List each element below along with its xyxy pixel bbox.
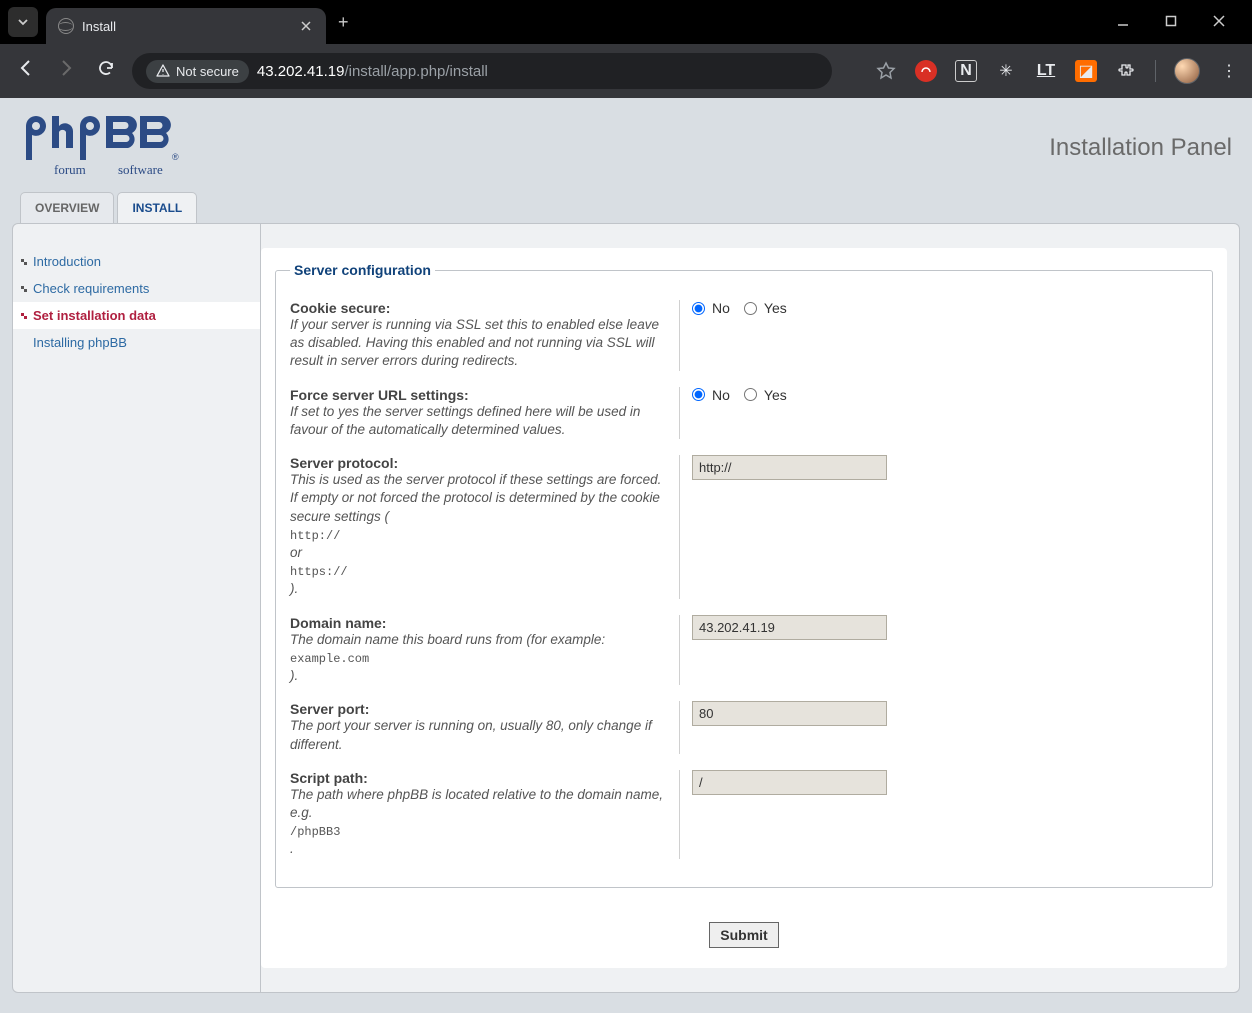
sidebar-item-introduction[interactable]: Introduction: [13, 248, 260, 275]
sidebar-item-label: Set installation data: [33, 308, 156, 323]
field-help: If set to yes the server settings define…: [290, 403, 667, 439]
radio-label-yes[interactable]: Yes: [764, 387, 787, 403]
field-domain-name: Domain name: The domain name this board …: [290, 607, 1198, 694]
extension-icon[interactable]: ◪: [1075, 60, 1097, 82]
profile-avatar[interactable]: [1174, 58, 1200, 84]
window-controls: [1108, 14, 1244, 30]
tab-install[interactable]: INSTALL: [117, 192, 197, 223]
field-label: Server port:: [290, 701, 369, 717]
sidebar: Introduction Check requirements Set inst…: [13, 224, 261, 992]
fieldset-legend: Server configuration: [290, 262, 435, 278]
submit-button[interactable]: Submit: [709, 922, 778, 948]
phpbb-logo[interactable]: forum software ®: [20, 112, 230, 184]
force-server-no-radio[interactable]: [692, 388, 705, 401]
sidebar-item-label: Installing phpBB: [33, 335, 127, 350]
browser-tab[interactable]: Install: [46, 8, 326, 44]
main-tabs: OVERVIEW INSTALL: [12, 192, 1240, 223]
extension-icon[interactable]: LT: [1035, 60, 1057, 82]
sidebar-item-label: Introduction: [33, 254, 101, 269]
field-label: Script path:: [290, 770, 368, 786]
field-server-port: Server port: The port your server is run…: [290, 693, 1198, 761]
forward-button[interactable]: [52, 58, 80, 84]
server-protocol-input[interactable]: [692, 455, 887, 480]
sidebar-item-label: Check requirements: [33, 281, 149, 296]
extensions-button[interactable]: [1115, 60, 1137, 82]
submit-row: Submit: [275, 908, 1213, 954]
field-label: Cookie secure:: [290, 300, 390, 316]
reload-button[interactable]: [92, 59, 120, 83]
page-header: forum software ® Installation Panel: [12, 108, 1240, 192]
field-help: This is used as the server protocol if t…: [290, 471, 667, 599]
field-help: If your server is running via SSL set th…: [290, 316, 667, 371]
svg-text:software: software: [118, 162, 163, 177]
menu-button[interactable]: ⋮: [1218, 60, 1240, 82]
field-help: The port your server is running on, usua…: [290, 717, 667, 753]
field-help: The domain name this board runs from (fo…: [290, 631, 667, 686]
url-path: /install/app.php/install: [344, 63, 487, 80]
field-label: Domain name:: [290, 615, 386, 631]
address-bar[interactable]: Not secure 43.202.41.19/install/app.php/…: [132, 53, 832, 89]
browser-toolbar: Not secure 43.202.41.19/install/app.php/…: [0, 44, 1252, 98]
new-tab-button[interactable]: +: [338, 12, 349, 33]
field-label: Server protocol:: [290, 455, 398, 471]
content-area: Server configuration Cookie secure: If y…: [261, 248, 1227, 968]
bookmark-icon[interactable]: [875, 60, 897, 82]
cookie-secure-yes-radio[interactable]: [744, 302, 757, 315]
sidebar-item-check-requirements[interactable]: Check requirements: [13, 275, 260, 302]
radio-label-yes[interactable]: Yes: [764, 300, 787, 316]
window-close-button[interactable]: [1204, 14, 1234, 30]
tab-title: Install: [82, 19, 290, 34]
field-cookie-secure: Cookie secure: If your server is running…: [290, 292, 1198, 379]
domain-name-input[interactable]: [692, 615, 887, 640]
cookie-secure-no-radio[interactable]: [692, 302, 705, 315]
field-force-server: Force server URL settings: If set to yes…: [290, 379, 1198, 447]
separator: [1155, 60, 1156, 82]
panel-title: Installation Panel: [1049, 134, 1232, 162]
warning-icon: [156, 64, 170, 78]
sidebar-item-installing-phpbb[interactable]: Installing phpBB: [13, 329, 260, 356]
tab-overview[interactable]: OVERVIEW: [20, 192, 114, 223]
security-chip[interactable]: Not secure: [146, 60, 249, 83]
radio-label-no[interactable]: No: [712, 387, 730, 403]
tab-bar: Install +: [0, 0, 1252, 44]
script-path-input[interactable]: [692, 770, 887, 795]
main-panel: Introduction Check requirements Set inst…: [12, 223, 1240, 993]
chevron-down-icon: [16, 15, 30, 29]
minimize-button[interactable]: [1108, 14, 1138, 30]
close-icon[interactable]: [298, 18, 314, 34]
server-port-input[interactable]: [692, 701, 887, 726]
field-label: Force server URL settings:: [290, 387, 469, 403]
radio-label-no[interactable]: No: [712, 300, 730, 316]
browser-chrome: Install + Not secure 43.202.41.19/inst: [0, 0, 1252, 98]
page-body: forum software ® Installation Panel OVER…: [0, 98, 1252, 1013]
toolbar-icons: N ✳ LT ◪ ⋮: [875, 58, 1240, 84]
globe-icon: [58, 18, 74, 34]
sidebar-item-set-installation-data[interactable]: Set installation data: [13, 302, 260, 329]
force-server-yes-radio[interactable]: [744, 388, 757, 401]
svg-text:forum: forum: [54, 162, 86, 177]
field-server-protocol: Server protocol: This is used as the ser…: [290, 447, 1198, 607]
field-script-path: Script path: The path where phpBB is loc…: [290, 762, 1198, 867]
back-button[interactable]: [12, 58, 40, 84]
maximize-button[interactable]: [1156, 14, 1186, 30]
extension-icon[interactable]: N: [955, 60, 977, 82]
server-config-fieldset: Server configuration Cookie secure: If y…: [275, 262, 1213, 888]
window-menu-button[interactable]: [8, 7, 38, 37]
url-host: 43.202.41.19: [257, 63, 345, 80]
extension-icon[interactable]: ✳: [995, 60, 1017, 82]
security-label: Not secure: [176, 64, 239, 79]
svg-text:®: ®: [172, 152, 179, 162]
extension-icon[interactable]: [915, 60, 937, 82]
field-help: The path where phpBB is located relative…: [290, 786, 667, 859]
